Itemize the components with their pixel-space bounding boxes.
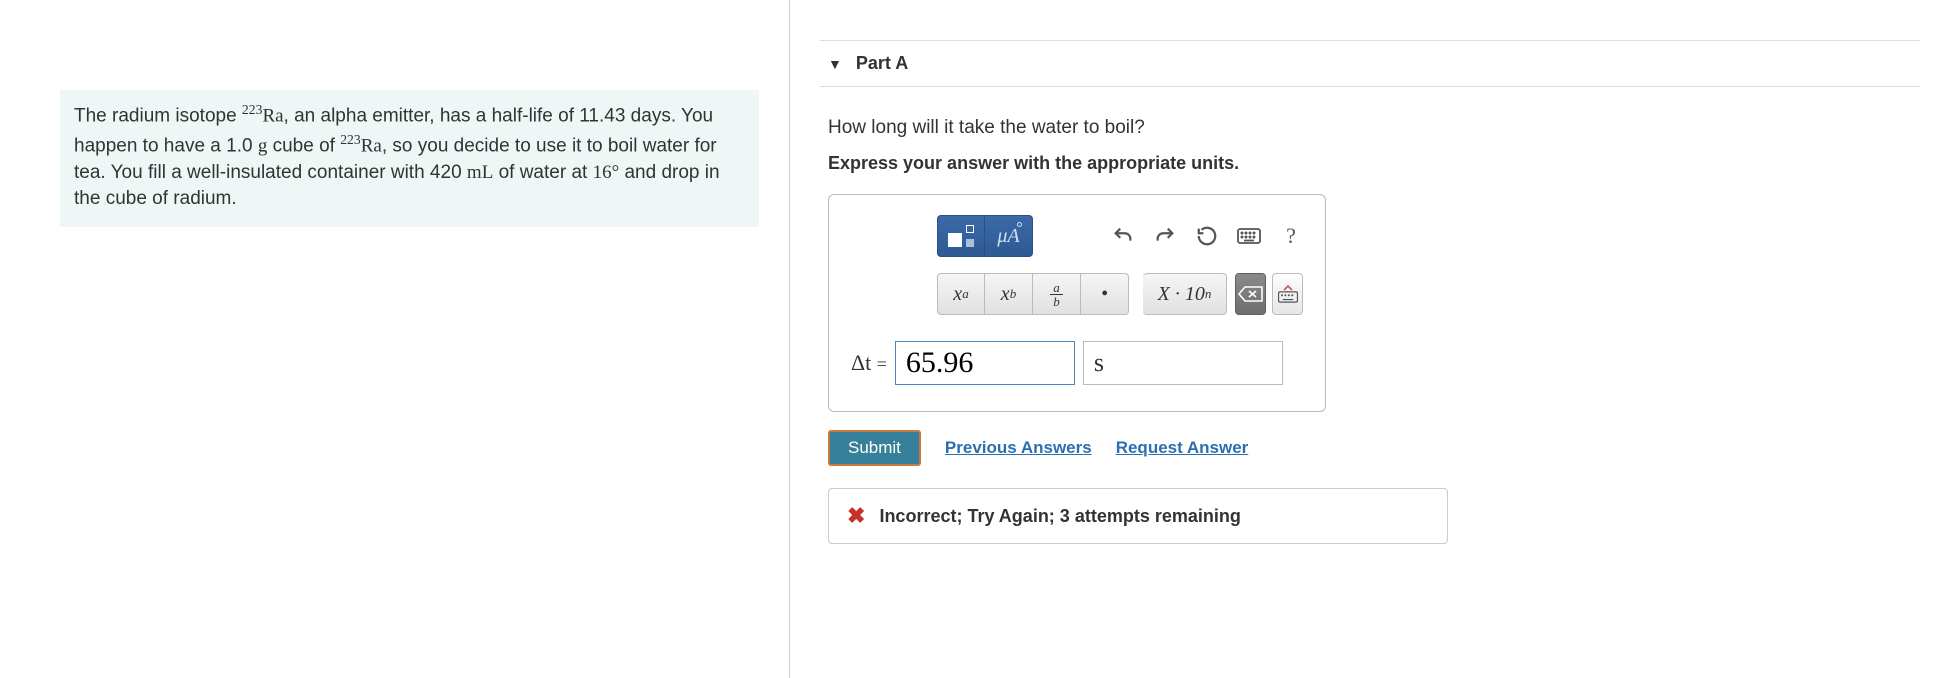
feedback-text: Incorrect; Try Again; 3 attempts remaini… (879, 506, 1240, 527)
isotope-symbol-2: Ra (361, 135, 382, 156)
value-input[interactable] (895, 341, 1075, 385)
reset-icon[interactable] (1195, 224, 1219, 248)
dot-button[interactable]: • (1081, 273, 1129, 315)
submit-button[interactable]: Submit (828, 430, 921, 466)
keyboard-icon[interactable] (1237, 224, 1261, 248)
keyboard-toggle-button[interactable] (1272, 273, 1303, 315)
temperature: 16° (593, 162, 620, 183)
unit-input[interactable] (1083, 341, 1283, 385)
caret-down-icon: ▼ (828, 56, 842, 72)
incorrect-icon: ✖ (847, 503, 865, 529)
part-body: How long will it take the water to boil?… (820, 87, 1920, 552)
text: The radium isotope (74, 105, 242, 126)
answer-input-row: Δt = (851, 341, 1303, 385)
part-header[interactable]: ▼ Part A (820, 40, 1920, 87)
request-answer-link[interactable]: Request Answer (1116, 438, 1249, 458)
keyboard-small-icon (1277, 291, 1299, 303)
redo-icon[interactable] (1153, 224, 1177, 248)
isotope-symbol-1: Ra (262, 105, 283, 126)
template-button[interactable] (937, 215, 985, 257)
problem-panel: The radium isotope 223Ra, an alpha emitt… (0, 0, 790, 678)
unit-ml: mL (467, 162, 493, 183)
variable-label: Δt = (851, 350, 887, 376)
unit-g: g (258, 135, 268, 156)
template-icon (948, 225, 974, 247)
instruction-text: Express your answer with the appropriate… (828, 153, 1912, 174)
subscript-button[interactable]: xb (985, 273, 1033, 315)
backspace-button[interactable] (1235, 273, 1266, 315)
undo-icon[interactable] (1111, 224, 1135, 248)
answer-input-box: μA ? (828, 194, 1326, 412)
backspace-icon (1238, 285, 1264, 303)
scientific-button[interactable]: X · 10n (1143, 273, 1227, 315)
fraction-button[interactable]: ab (1033, 273, 1081, 315)
superscript-button[interactable]: xa (937, 273, 985, 315)
text: of water at (493, 162, 592, 183)
problem-statement: The radium isotope 223Ra, an alpha emitt… (60, 90, 759, 227)
question-text: How long will it take the water to boil? (828, 117, 1912, 139)
text: cube of (267, 135, 340, 156)
toolbar-row-2: xa xb ab • X · 10n (851, 273, 1303, 315)
isotope-mass-1: 223 (242, 102, 263, 117)
answer-panel: ▼ Part A How long will it take the water… (790, 0, 1960, 678)
units-icon: μA (997, 225, 1019, 248)
isotope-mass-2: 223 (340, 132, 361, 147)
help-icon[interactable]: ? (1279, 224, 1303, 248)
previous-answers-link[interactable]: Previous Answers (945, 438, 1092, 458)
units-button[interactable]: μA (985, 215, 1033, 257)
feedback-box: ✖ Incorrect; Try Again; 3 attempts remai… (828, 488, 1448, 544)
action-row: Submit Previous Answers Request Answer (828, 430, 1912, 466)
toolbar-row-1: μA ? (851, 215, 1303, 257)
part-label: Part A (856, 53, 908, 74)
